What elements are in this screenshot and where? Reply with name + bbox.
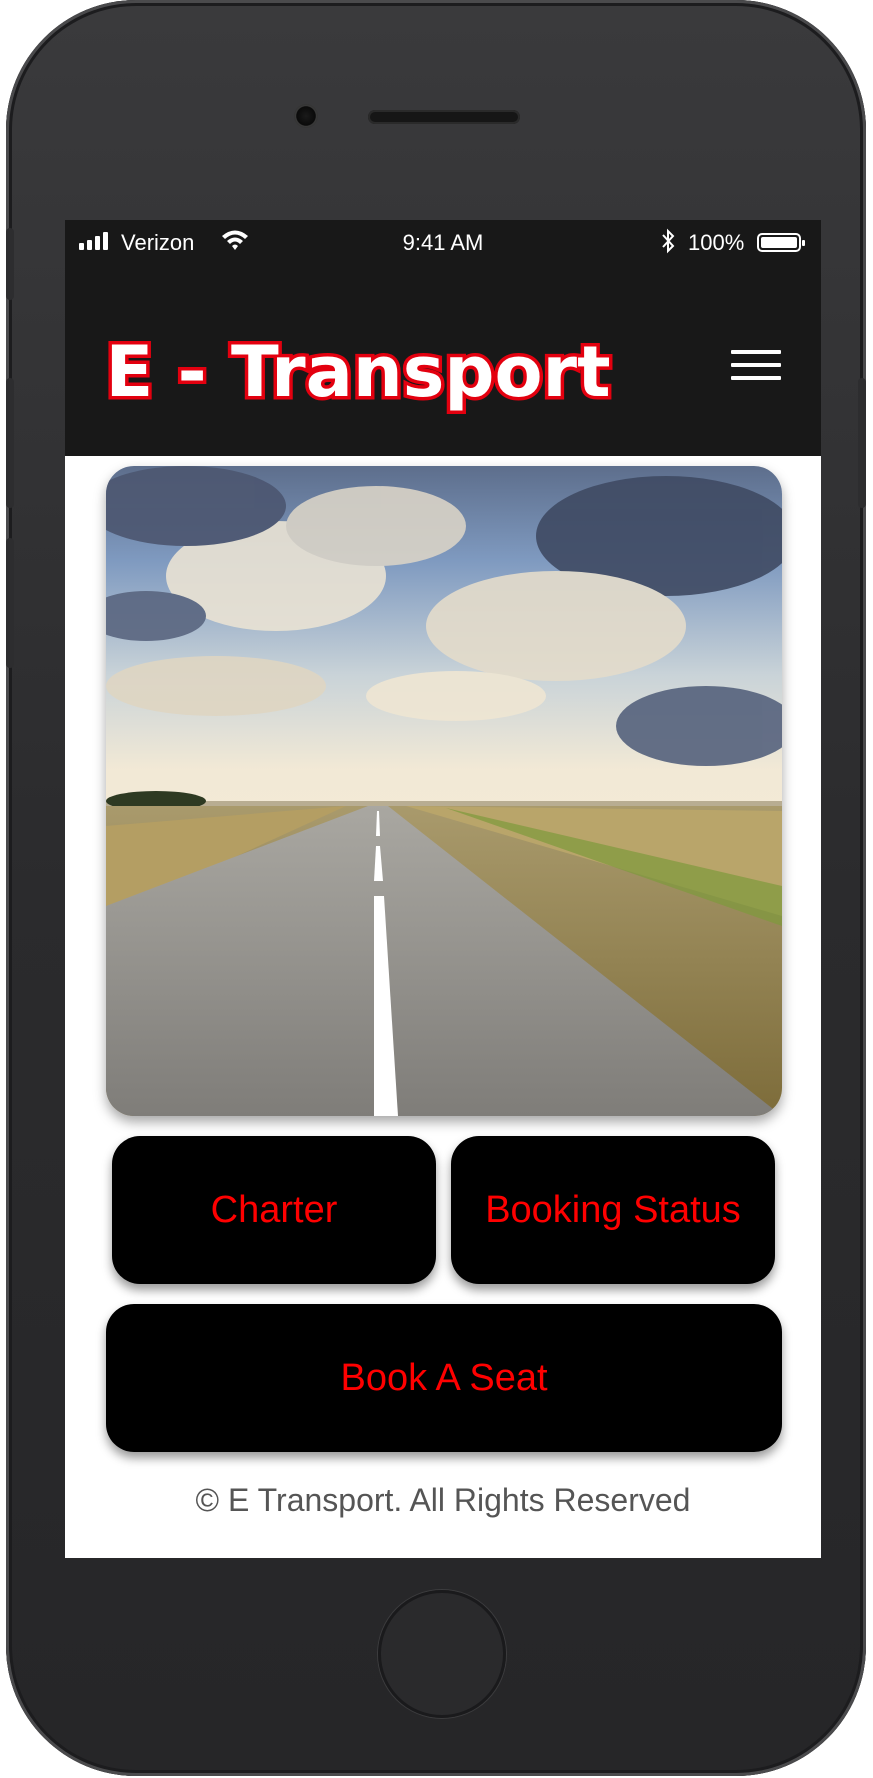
- footer-copyright: © E Transport. All Rights Reserved: [195, 1482, 691, 1518]
- battery-icon: [757, 233, 805, 252]
- hamburger-menu-icon[interactable]: [729, 342, 783, 388]
- volume-down-button: [6, 538, 14, 668]
- status-bar: Verizon 9:41 AM 100%: [65, 220, 821, 266]
- power-button: [858, 378, 866, 508]
- logo-text: E - Transport: [105, 331, 610, 413]
- front-camera: [294, 104, 318, 128]
- screen: Verizon 9:41 AM 100% E - Transport Chart…: [65, 220, 821, 1558]
- home-button[interactable]: [378, 1590, 506, 1718]
- charter-button[interactable]: Charter: [112, 1136, 436, 1284]
- hero-image: [106, 466, 782, 1116]
- silent-switch: [6, 228, 14, 300]
- booking-status-button[interactable]: Booking Status: [451, 1136, 775, 1284]
- battery-percentage: 100%: [688, 230, 745, 255]
- volume-up-button: [6, 378, 14, 508]
- bluetooth-icon: [662, 228, 675, 254]
- book-a-seat-button[interactable]: Book A Seat: [106, 1304, 782, 1452]
- phone-frame: Verizon 9:41 AM 100% E - Transport Chart…: [6, 0, 866, 1776]
- earpiece-speaker: [368, 110, 520, 124]
- app-header: E - Transport: [65, 266, 821, 456]
- app-logo: E - Transport: [102, 328, 614, 415]
